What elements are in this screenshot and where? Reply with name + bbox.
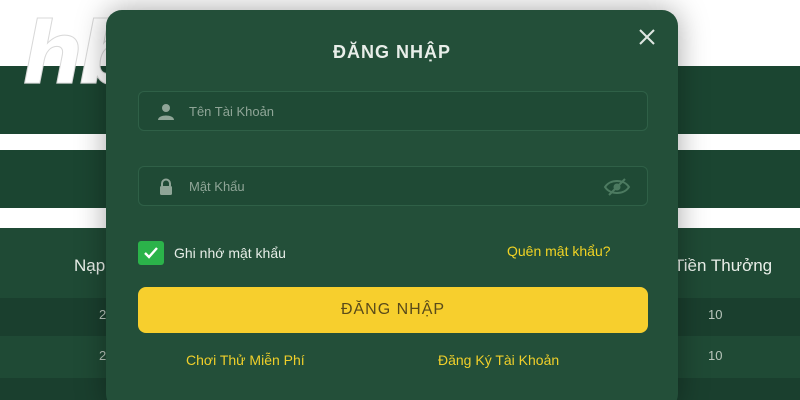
password-field-box xyxy=(138,166,648,206)
modal-title: ĐĂNG NHẬP xyxy=(332,42,451,62)
background-header-left: Nạp xyxy=(74,256,106,275)
register-link[interactable]: Đăng Ký Tài Khoản xyxy=(438,352,559,368)
login-button[interactable]: ĐĂNG NHẬP xyxy=(138,287,648,333)
password-input[interactable] xyxy=(189,167,589,205)
eye-off-icon[interactable] xyxy=(603,177,631,197)
background-cell: 10 xyxy=(708,307,723,322)
remember-password-toggle[interactable]: Ghi nhớ mật khẩu xyxy=(138,241,286,265)
username-field-box xyxy=(138,91,648,131)
username-input[interactable] xyxy=(189,92,589,130)
login-modal: ĐĂNG NHẬP Ghi nhớ mật khẩ xyxy=(106,10,678,400)
lock-icon xyxy=(160,178,172,195)
background-header-right: Tiền Thưởng xyxy=(674,256,773,275)
forgot-password-link[interactable]: Quên mật khẩu? xyxy=(507,243,611,259)
remember-label: Ghi nhớ mật khẩu xyxy=(174,245,286,261)
check-icon xyxy=(144,247,158,259)
background-cell: 10 xyxy=(708,348,723,363)
remember-checkbox[interactable] xyxy=(138,241,164,265)
close-icon xyxy=(639,29,655,45)
user-icon xyxy=(158,104,174,120)
free-play-link[interactable]: Chơi Thử Miễn Phí xyxy=(186,352,305,368)
close-button[interactable] xyxy=(636,26,658,48)
